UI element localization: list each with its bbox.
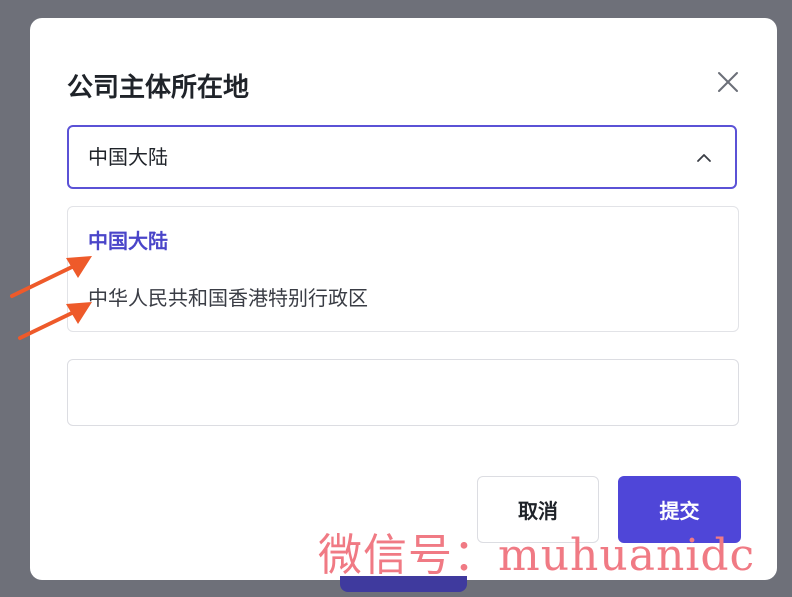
detail-input[interactable] [67, 359, 739, 426]
location-select[interactable]: 中国大陆 [67, 125, 737, 189]
dropdown-option-mainland-china[interactable]: 中国大陆 [88, 227, 168, 255]
close-button[interactable] [712, 66, 744, 98]
screen: 公司主体所在地 中国大陆 中国大陆 中华人民共和国香港特别行政区 取消 提交 微… [0, 0, 792, 597]
chevron-up-icon[interactable] [693, 147, 715, 169]
location-dropdown-menu: 中国大陆 中华人民共和国香港特别行政区 [67, 206, 739, 332]
location-dialog: 公司主体所在地 中国大陆 中国大陆 中华人民共和国香港特别行政区 取消 提交 [30, 18, 777, 580]
dialog-title: 公司主体所在地 [67, 73, 250, 103]
annotation-arrow-icon [18, 302, 92, 340]
close-icon [718, 72, 738, 92]
select-value: 中国大陆 [88, 145, 168, 169]
dropdown-option-hong-kong-sar[interactable]: 中华人民共和国香港特别行政区 [88, 284, 368, 312]
watermark-text: 微信号：muhuanidc [318, 530, 756, 581]
